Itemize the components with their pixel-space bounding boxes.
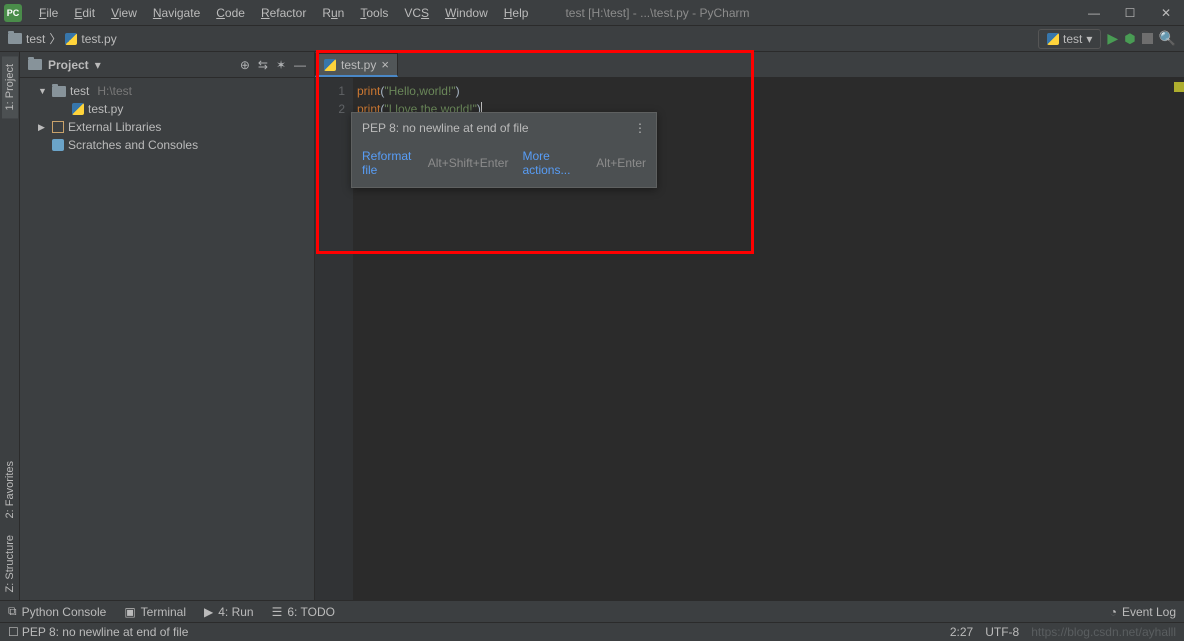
maximize-button[interactable]: ☐ xyxy=(1116,3,1144,23)
folder-icon xyxy=(8,33,22,44)
breadcrumb-file: test.py xyxy=(81,32,116,46)
status-bar: ☐ PEP 8: no newline at end of file 2:27 … xyxy=(0,622,1184,641)
run-button[interactable]: ▶ xyxy=(1107,30,1118,47)
main-content: 1: Project 2: Favorites Z: Structure Pro… xyxy=(0,52,1184,600)
view-mode-dropdown-icon[interactable]: ▾ xyxy=(95,58,101,72)
menu-code[interactable]: Code xyxy=(209,3,252,23)
main-menu: File Edit View Navigate Code Refactor Ru… xyxy=(32,3,535,23)
folder-icon xyxy=(52,86,66,97)
dropdown-arrow-icon: ▾ xyxy=(1086,32,1092,46)
project-tool-tab[interactable]: 1: Project xyxy=(2,56,18,118)
tree-file-label: test.py xyxy=(88,102,123,116)
expand-arrow-icon[interactable]: ▶ xyxy=(38,122,48,133)
reformat-file-link[interactable]: Reformat file xyxy=(362,149,414,177)
python-console-icon: ⧉ xyxy=(8,604,17,619)
todo-icon: ☰ xyxy=(272,605,283,619)
tree-root-path: H:\test xyxy=(97,84,132,98)
bottom-tool-bar: ⧉ Python Console ▣ Terminal ▶ 4: Run ☰ 6… xyxy=(0,600,1184,622)
line-number-gutter: 1 2 xyxy=(315,78,353,600)
tree-root-label: test xyxy=(70,84,89,98)
tree-external-libraries[interactable]: ▶ External Libraries xyxy=(20,118,314,136)
app-icon: PC xyxy=(4,4,22,22)
more-actions-shortcut: Alt+Enter xyxy=(596,156,646,170)
settings-gear-icon[interactable]: ✶ xyxy=(276,58,286,72)
project-sidebar: Project ▾ ⊕ ⇆ ✶ — ▼ test H:\test test.py xyxy=(20,52,315,600)
tree-root[interactable]: ▼ test H:\test xyxy=(20,82,314,100)
menu-run[interactable]: Run xyxy=(315,3,351,23)
run-config-label: test xyxy=(1063,32,1082,46)
editor-tab-bar: test.py × xyxy=(315,52,1184,78)
menu-file[interactable]: File xyxy=(32,3,65,23)
line-number: 1 xyxy=(315,82,345,100)
status-icon: ☐ xyxy=(8,625,19,639)
inspection-hint-popup: PEP 8: no newline at end of file ⋮ Refor… xyxy=(351,112,657,188)
menu-tools[interactable]: Tools xyxy=(353,3,395,23)
editor-tab[interactable]: test.py × xyxy=(315,53,398,77)
terminal-icon: ▣ xyxy=(124,605,135,619)
run-configuration-selector[interactable]: test ▾ xyxy=(1038,29,1101,49)
project-sidebar-header: Project ▾ ⊕ ⇆ ✶ — xyxy=(20,52,314,78)
terminal-tab[interactable]: ▣ Terminal xyxy=(124,605,186,619)
todo-tab[interactable]: ☰ 6: TODO xyxy=(272,605,335,619)
scratches-icon xyxy=(52,139,64,151)
file-encoding[interactable]: UTF-8 xyxy=(985,625,1019,639)
event-log-tab[interactable]: ◔ Event Log xyxy=(1110,605,1176,619)
debug-button[interactable]: ⬢ xyxy=(1124,31,1135,47)
navigation-bar: test 〉 test.py test ▾ ▶ ⬢ 🔍 xyxy=(0,26,1184,52)
event-log-icon: ◔ xyxy=(1110,605,1117,619)
menu-edit[interactable]: Edit xyxy=(67,3,102,23)
menu-vcs[interactable]: VCS xyxy=(397,3,436,23)
window-title: test [H:\test] - ...\test.py - PyCharm xyxy=(565,6,749,20)
editor-tab-label: test.py xyxy=(341,58,376,72)
menu-help[interactable]: Help xyxy=(497,3,536,23)
expand-arrow-icon[interactable]: ▼ xyxy=(38,86,48,96)
search-everywhere-button[interactable]: 🔍 xyxy=(1159,30,1176,47)
breadcrumb-separator: 〉 xyxy=(49,30,61,47)
menu-window[interactable]: Window xyxy=(438,3,495,23)
window-controls: — ☐ ✕ xyxy=(1080,3,1180,23)
status-message: PEP 8: no newline at end of file xyxy=(22,625,189,639)
tree-ext-lib-label: External Libraries xyxy=(68,120,161,134)
tree-file[interactable]: test.py xyxy=(20,100,314,118)
menu-view[interactable]: View xyxy=(104,3,144,23)
title-bar: PC File Edit View Navigate Code Refactor… xyxy=(0,0,1184,26)
hint-more-icon[interactable]: ⋮ xyxy=(634,121,646,135)
menu-navigate[interactable]: Navigate xyxy=(146,3,207,23)
python-icon xyxy=(1047,33,1059,45)
hide-panel-icon[interactable]: — xyxy=(294,58,306,72)
project-icon xyxy=(28,59,42,70)
stop-button[interactable] xyxy=(1142,33,1153,44)
menu-refactor[interactable]: Refactor xyxy=(254,3,313,23)
left-tool-stripe: 1: Project 2: Favorites Z: Structure xyxy=(0,52,20,600)
collapse-all-icon[interactable]: ⇆ xyxy=(258,58,268,72)
structure-tool-tab[interactable]: Z: Structure xyxy=(2,527,18,600)
minimize-button[interactable]: — xyxy=(1080,3,1108,23)
python-file-icon xyxy=(65,33,77,45)
favorites-tool-tab[interactable]: 2: Favorites xyxy=(2,453,18,526)
editor-area: test.py × 1 2 print("Hello,world!") prin… xyxy=(315,52,1184,600)
python-file-icon xyxy=(324,59,336,71)
toolbar-right: test ▾ ▶ ⬢ 🔍 xyxy=(1038,29,1176,49)
library-icon xyxy=(52,121,64,133)
more-actions-link[interactable]: More actions... xyxy=(522,149,582,177)
project-tree: ▼ test H:\test test.py ▶ External Librar… xyxy=(20,78,314,158)
watermark-text: https://blog.csdn.net/ayhalll xyxy=(1031,625,1176,639)
hint-message: PEP 8: no newline at end of file xyxy=(362,121,529,135)
tree-scratches-label: Scratches and Consoles xyxy=(68,138,198,152)
tree-scratches[interactable]: Scratches and Consoles xyxy=(20,136,314,154)
close-tab-icon[interactable]: × xyxy=(381,57,389,72)
cursor-position[interactable]: 2:27 xyxy=(950,625,973,639)
python-file-icon xyxy=(72,103,84,115)
reformat-shortcut: Alt+Shift+Enter xyxy=(428,156,509,170)
warning-stripe-marker[interactable] xyxy=(1174,82,1184,92)
python-console-tab[interactable]: ⧉ Python Console xyxy=(8,604,106,619)
breadcrumb-folder: test xyxy=(26,32,45,46)
project-header-label: Project xyxy=(48,58,89,72)
run-icon: ▶ xyxy=(204,605,213,619)
breadcrumb[interactable]: test 〉 test.py xyxy=(8,30,117,47)
line-number: 2 xyxy=(315,100,345,118)
close-button[interactable]: ✕ xyxy=(1152,3,1180,23)
locate-icon[interactable]: ⊕ xyxy=(240,58,250,72)
run-tab[interactable]: ▶ 4: Run xyxy=(204,605,254,619)
